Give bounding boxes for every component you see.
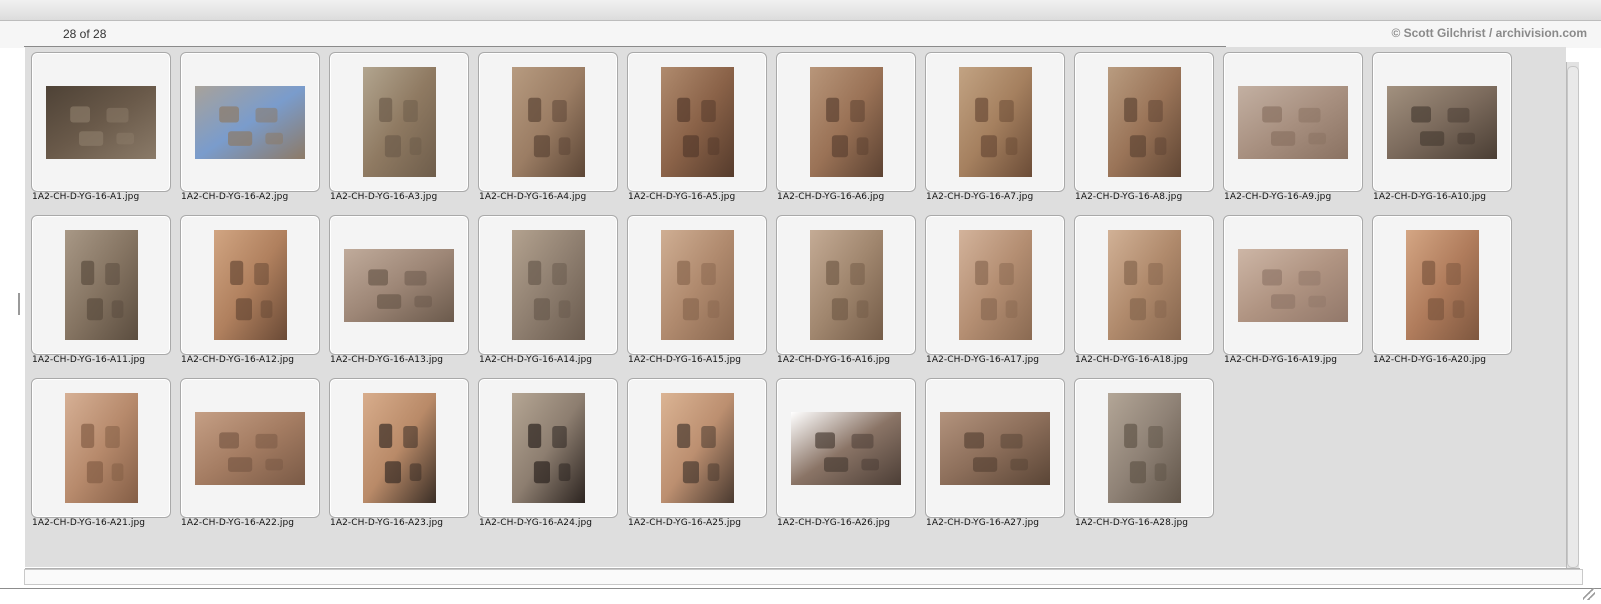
thumbnail-filename: 1A2-CH-D-YG-16-A13.jpg	[330, 355, 444, 365]
thumbnail-filename: 1A2-CH-D-YG-16-A21.jpg	[32, 518, 146, 528]
thumbnail-filename: 1A2-CH-D-YG-16-A28.jpg	[1075, 518, 1189, 528]
thumbnail-image	[195, 85, 305, 159]
thumbnail-tile[interactable]	[478, 378, 618, 518]
thumbnail-tile[interactable]	[1074, 52, 1214, 192]
thumbnail-filename: 1A2-CH-D-YG-16-A27.jpg	[926, 518, 1040, 528]
thumbnail-tile[interactable]	[627, 215, 767, 355]
title-bar	[0, 0, 1601, 21]
thumbnail-image	[64, 230, 138, 340]
thumbnail-tile[interactable]	[627, 52, 767, 192]
thumbnail-filename: 1A2-CH-D-YG-16-A24.jpg	[479, 518, 593, 528]
window-bottom-edge	[0, 588, 1601, 589]
thumbnail-tile[interactable]	[1074, 215, 1214, 355]
thumbnail-filename: 1A2-CH-D-YG-16-A20.jpg	[1373, 355, 1487, 365]
thumbnail-image	[195, 411, 305, 485]
thumbnail-filename: 1A2-CH-D-YG-16-A14.jpg	[479, 355, 593, 365]
scrollbar-thumb[interactable]	[1567, 66, 1579, 568]
thumbnail-filename: 1A2-CH-D-YG-16-A23.jpg	[330, 518, 444, 528]
thumbnail-tile[interactable]	[1223, 215, 1363, 355]
thumbnail-tile[interactable]	[925, 52, 1065, 192]
thumbnail-tile[interactable]	[478, 215, 618, 355]
thumbnail-filename: 1A2-CH-D-YG-16-A19.jpg	[1224, 355, 1338, 365]
thumbnail-image	[958, 230, 1032, 340]
thumbnail-image	[344, 248, 454, 322]
thumbnail-filename: 1A2-CH-D-YG-16-A9.jpg	[1224, 192, 1332, 202]
thumbnail-image	[1107, 230, 1181, 340]
thumbnail-image	[362, 67, 436, 177]
thumbnail-tile[interactable]	[1372, 215, 1512, 355]
thumbnail-filename: 1A2-CH-D-YG-16-A22.jpg	[181, 518, 295, 528]
thumbnail-tile[interactable]	[478, 52, 618, 192]
thumbnail-tile[interactable]	[31, 52, 171, 192]
thumbnail-image	[1107, 67, 1181, 177]
browser-header	[0, 21, 1601, 48]
thumbnail-filename: 1A2-CH-D-YG-16-A2.jpg	[181, 192, 289, 202]
thumbnail-filename: 1A2-CH-D-YG-16-A11.jpg	[32, 355, 146, 365]
thumbnail-filename: 1A2-CH-D-YG-16-A6.jpg	[777, 192, 885, 202]
thumbnail-image	[511, 230, 585, 340]
thumbnail-tile[interactable]	[329, 378, 469, 518]
thumbnail-image	[660, 67, 734, 177]
thumbnail-filename: 1A2-CH-D-YG-16-A7.jpg	[926, 192, 1034, 202]
thumbnail-image	[660, 230, 734, 340]
status-footer	[24, 569, 1583, 585]
thumbnail-tile[interactable]	[776, 215, 916, 355]
thumbnail-filename: 1A2-CH-D-YG-16-A16.jpg	[777, 355, 891, 365]
thumbnail-filename: 1A2-CH-D-YG-16-A26.jpg	[777, 518, 891, 528]
thumbnail-tile[interactable]	[180, 378, 320, 518]
thumbnail-tile[interactable]	[627, 378, 767, 518]
thumbnail-image	[1405, 230, 1479, 340]
thumbnail-image	[46, 85, 156, 159]
thumbnail-tile[interactable]	[1223, 52, 1363, 192]
thumbnail-image	[1238, 248, 1348, 322]
thumbnail-filename: 1A2-CH-D-YG-16-A17.jpg	[926, 355, 1040, 365]
thumbnail-image	[958, 67, 1032, 177]
thumbnail-filename: 1A2-CH-D-YG-16-A25.jpg	[628, 518, 742, 528]
thumbnail-filename: 1A2-CH-D-YG-16-A10.jpg	[1373, 192, 1487, 202]
thumbnail-filename: 1A2-CH-D-YG-16-A18.jpg	[1075, 355, 1189, 365]
thumbnail-image	[660, 393, 734, 503]
thumbnail-tile[interactable]	[180, 215, 320, 355]
thumbnail-tile[interactable]	[925, 215, 1065, 355]
resize-grip-icon[interactable]	[1583, 588, 1595, 600]
thumbnail-tile[interactable]	[925, 378, 1065, 518]
thumbnail-tile[interactable]	[329, 215, 469, 355]
thumbnail-filename: 1A2-CH-D-YG-16-A4.jpg	[479, 192, 587, 202]
thumbnail-image	[64, 393, 138, 503]
thumbnail-tile[interactable]	[180, 52, 320, 192]
thumbnail-image	[511, 67, 585, 177]
thumbnail-image	[1238, 85, 1348, 159]
thumbnail-filename: 1A2-CH-D-YG-16-A1.jpg	[32, 192, 140, 202]
split-handle[interactable]	[18, 293, 20, 315]
thumbnail-filename: 1A2-CH-D-YG-16-A5.jpg	[628, 192, 736, 202]
thumbnail-tile[interactable]	[776, 378, 916, 518]
thumbnail-image	[362, 393, 436, 503]
thumbnail-image	[213, 230, 287, 340]
thumbnail-image	[791, 411, 901, 485]
thumbnail-tile[interactable]	[31, 378, 171, 518]
thumbnail-image	[809, 67, 883, 177]
thumbnail-filename: 1A2-CH-D-YG-16-A12.jpg	[181, 355, 295, 365]
thumbnail-tile[interactable]	[31, 215, 171, 355]
thumbnail-tile[interactable]	[1074, 378, 1214, 518]
thumbnail-image	[1387, 85, 1497, 159]
thumbnail-filename: 1A2-CH-D-YG-16-A8.jpg	[1075, 192, 1183, 202]
thumbnail-image	[511, 393, 585, 503]
thumbnail-image	[940, 411, 1050, 485]
thumbnail-filename: 1A2-CH-D-YG-16-A3.jpg	[330, 192, 438, 202]
copyright-credit: © Scott Gilchrist / archivision.com	[1391, 26, 1587, 40]
thumbnail-image	[1107, 393, 1181, 503]
thumbnail-image	[809, 230, 883, 340]
thumbnail-tile[interactable]	[329, 52, 469, 192]
thumbnail-filename: 1A2-CH-D-YG-16-A15.jpg	[628, 355, 742, 365]
thumbnail-tile[interactable]	[776, 52, 916, 192]
image-count: 28 of 28	[63, 27, 107, 41]
thumbnail-tile[interactable]	[1372, 52, 1512, 192]
